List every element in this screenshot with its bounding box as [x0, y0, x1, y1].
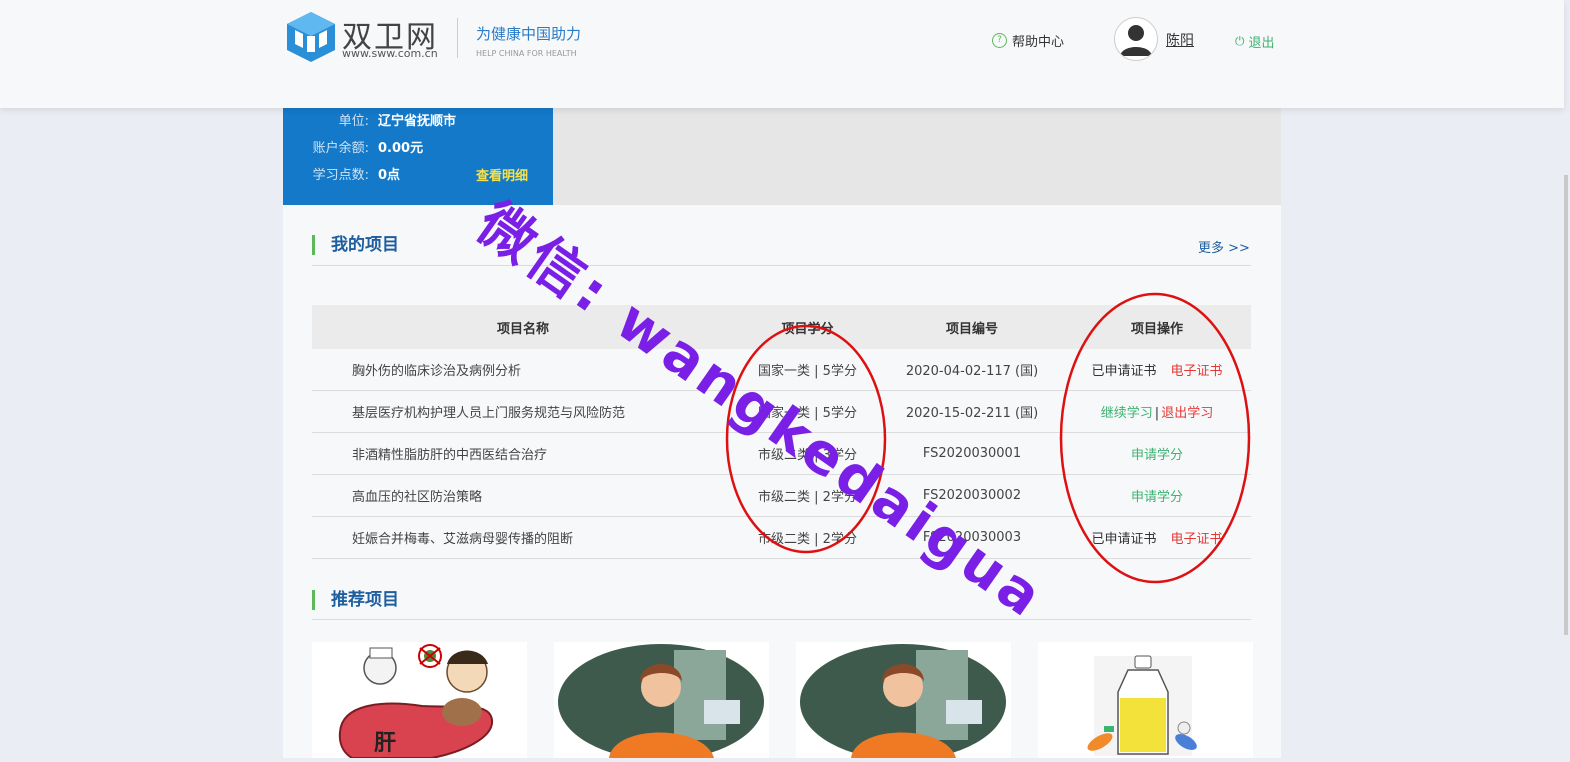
site-logo-icon[interactable] — [285, 10, 337, 64]
continue-study-link[interactable]: 继续学习 — [1101, 406, 1153, 421]
project-credit: 国家一类 | 5学分 — [734, 349, 881, 391]
slogan: 为健康中国助力 — [476, 25, 582, 43]
table-header-row: 项目名称 项目学分 项目编号 项目操作 — [312, 305, 1251, 349]
project-credit: 市级二类 | 2学分 — [734, 516, 881, 559]
project-name[interactable]: 胸外伤的临床诊治及病例分析 — [312, 349, 734, 391]
section-divider — [312, 265, 1251, 266]
table-row: 非酒精性脂肪肝的中西医结合治疗 市级二类 | 3学分 FS2020030001 … — [312, 432, 1251, 475]
e-certificate-link[interactable]: 电子证书 — [1171, 364, 1223, 379]
recommended-cards: 肝 — [312, 642, 1253, 762]
table-row: 基层医疗机构护理人员上门服务规范与风险防范 国家一类 | 5学分 2020-15… — [312, 390, 1251, 433]
points-value: 0点 — [378, 168, 401, 183]
balance-label: 账户余额: — [312, 141, 369, 156]
table-row: 胸外伤的临床诊治及病例分析 国家一类 | 5学分 2020-04-02-117 … — [312, 349, 1251, 391]
my-projects-title: 我的项目 — [312, 235, 399, 255]
lecture-thumbnail-icon — [554, 642, 769, 758]
logo-divider — [457, 18, 458, 58]
table-row: 高血压的社区防治策略 市级二类 | 2学分 FS2020030002 申请学分 — [312, 474, 1251, 517]
recommended-card-lecture-2[interactable] — [796, 642, 1011, 758]
more-link[interactable]: 更多 >> — [1198, 237, 1250, 256]
banner-area — [553, 108, 1281, 205]
quit-study-link[interactable]: 退出学习 — [1161, 406, 1213, 421]
project-code: 2020-15-02-211 (国) — [881, 390, 1063, 433]
question-icon: ? — [992, 33, 1007, 48]
help-center-link[interactable]: ? 帮助中心 — [992, 31, 1064, 50]
apply-credit-link[interactable]: 申请学分 — [1131, 448, 1183, 463]
unit-label: 单位: — [338, 114, 369, 129]
points-label: 学习点数: — [312, 168, 369, 183]
lecture-thumbnail-icon — [796, 642, 1011, 758]
col-header-name: 项目名称 — [312, 305, 734, 349]
help-center-label: 帮助中心 — [1012, 35, 1065, 50]
project-name[interactable]: 非酒精性脂肪肝的中西医结合治疗 — [312, 432, 734, 475]
project-actions: 已申请证书 电子证书 — [1063, 349, 1251, 391]
project-code: FS2020030002 — [881, 474, 1063, 517]
power-icon: ⏻ — [1235, 34, 1245, 48]
recommended-card-medicine[interactable] — [1038, 642, 1253, 758]
certificate-status: 已申请证书 — [1091, 364, 1157, 379]
user-info-panel: 单位: 辽宁省抚顺市 账户余额: 0.00元 学习点数: 0点 查看明细 — [283, 108, 553, 205]
recommended-card-liver[interactable]: 肝 — [312, 642, 527, 758]
project-name[interactable]: 基层医疗机构护理人员上门服务规范与风险防范 — [312, 390, 734, 433]
project-name[interactable]: 妊娠合并梅毒、艾滋病母婴传播的阻断 — [312, 516, 734, 559]
liver-illustration-icon: 肝 — [312, 642, 527, 758]
col-header-credit: 项目学分 — [734, 305, 881, 349]
section-divider — [312, 619, 1251, 620]
projects-table: 项目名称 项目学分 项目编号 项目操作 胸外伤的临床诊治及病例分析 国家一类 |… — [312, 305, 1251, 559]
logo-url: www.sww.com.cn — [342, 47, 438, 60]
table-row: 妊娠合并梅毒、艾滋病母婴传播的阻断 市级二类 | 2学分 FS202003000… — [312, 516, 1251, 559]
username-link[interactable]: 陈阳 — [1166, 30, 1194, 50]
balance-row: 账户余额: 0.00元 — [283, 137, 423, 156]
user-avatar-icon — [1116, 19, 1156, 59]
recommended-title: 推荐项目 — [312, 590, 399, 610]
site-header: 双卫网 www.sww.com.cn 为健康中国助力 HELP CHINA FO… — [0, 0, 1564, 108]
slogan-english: HELP CHINA FOR HEALTH — [476, 49, 577, 58]
points-row: 学习点数: 0点 — [283, 164, 400, 183]
project-actions: 已申请证书 电子证书 — [1063, 516, 1251, 559]
project-credit: 市级二类 | 2学分 — [734, 474, 881, 517]
project-actions: 继续学习 | 退出学习 — [1063, 390, 1251, 433]
view-details-link[interactable]: 查看明细 — [476, 165, 528, 184]
avatar[interactable] — [1114, 17, 1158, 61]
col-header-actions: 项目操作 — [1063, 305, 1251, 349]
liver-label: 肝 — [374, 731, 396, 756]
project-code: FS2020030003 — [881, 516, 1063, 559]
project-name[interactable]: 高血压的社区防治策略 — [312, 474, 734, 517]
balance-value: 0.00元 — [378, 141, 424, 156]
col-header-code: 项目编号 — [881, 305, 1063, 349]
project-code: 2020-04-02-117 (国) — [881, 349, 1063, 391]
certificate-status: 已申请证书 — [1091, 532, 1157, 547]
e-certificate-link[interactable]: 电子证书 — [1171, 532, 1223, 547]
recommended-card-lecture-1[interactable] — [554, 642, 769, 758]
project-code: FS2020030001 — [881, 432, 1063, 475]
medicine-bottle-icon — [1038, 642, 1253, 758]
project-credit: 国家一类 | 5学分 — [734, 390, 881, 433]
apply-credit-link[interactable]: 申请学分 — [1131, 490, 1183, 505]
project-actions: 申请学分 — [1063, 432, 1251, 475]
logout-label: 退出 — [1248, 36, 1275, 51]
logout-button[interactable]: ⏻ 退出 — [1235, 32, 1275, 51]
action-separator: | — [1154, 406, 1160, 421]
project-credit: 市级二类 | 3学分 — [734, 432, 881, 475]
page-scrollbar[interactable] — [1564, 175, 1568, 635]
unit-row: 单位: 辽宁省抚顺市 — [283, 110, 456, 129]
unit-value: 辽宁省抚顺市 — [378, 114, 457, 129]
project-actions: 申请学分 — [1063, 474, 1251, 517]
main-content: 单位: 辽宁省抚顺市 账户余额: 0.00元 学习点数: 0点 查看明细 我的项… — [283, 108, 1281, 758]
